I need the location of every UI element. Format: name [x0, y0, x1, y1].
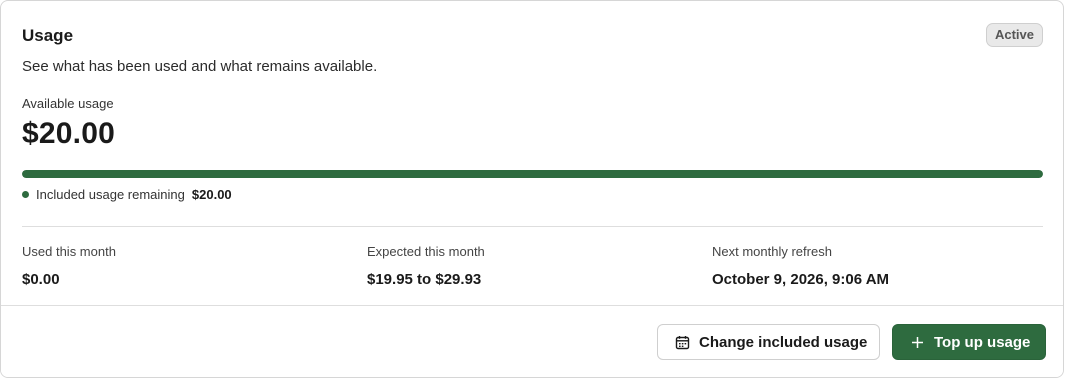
usage-progress-bar [22, 170, 1043, 178]
legend-dot-icon [22, 191, 29, 198]
usage-card: Usage Active See what has been used and … [0, 0, 1064, 378]
usage-progress-fill [22, 170, 1043, 178]
card-subtitle: See what has been used and what remains … [22, 58, 378, 75]
stat-label: Expected this month [367, 244, 485, 259]
usage-card-body: Usage Active See what has been used and … [22, 1, 1043, 305]
stat-label: Next monthly refresh [712, 244, 832, 259]
stat-value: $0.00 [22, 271, 60, 288]
change-included-usage-button[interactable]: Change included usage [657, 324, 880, 360]
card-title: Usage [22, 26, 74, 45]
status-badge: Active [985, 23, 1043, 47]
calendar-icon [675, 335, 690, 350]
top-up-usage-label: Top up usage [934, 333, 1031, 351]
plus-icon [910, 335, 925, 350]
stat-used-this-month: Used this month $0.00 [22, 244, 116, 289]
usage-legend: Included usage remaining $20.00 [22, 187, 232, 202]
top-up-usage-button[interactable]: Top up usage [892, 324, 1046, 360]
divider [22, 226, 1043, 227]
legend-value: $20.00 [191, 187, 232, 202]
stat-label: Used this month [22, 244, 116, 259]
legend-label: Included usage remaining [36, 187, 185, 202]
stat-value: October 9, 2026, 9:06 AM [712, 271, 890, 288]
available-usage-amount: $20.00 [22, 117, 115, 150]
stat-next-monthly-refresh: Next monthly refresh October 9, 2026, 9:… [712, 244, 889, 289]
stat-value: $19.95 to $29.93 [367, 271, 482, 288]
stat-expected-this-month: Expected this month $19.95 to $29.93 [367, 244, 485, 289]
available-usage-label: Available usage [22, 96, 114, 111]
card-footer: Change included usage Top up usage [1, 305, 1063, 377]
change-included-usage-label: Change included usage [699, 333, 868, 351]
